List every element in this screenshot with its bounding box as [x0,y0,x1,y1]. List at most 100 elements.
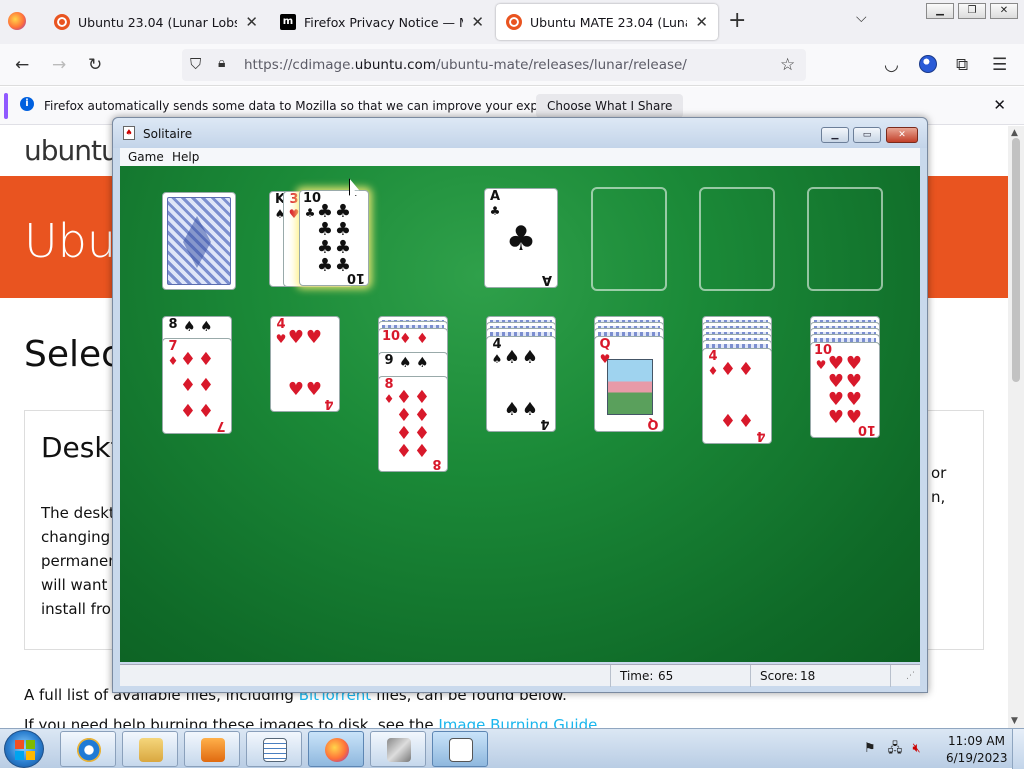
foundation-4-empty[interactable] [807,187,883,291]
suit: ♦ [167,354,179,368]
taskbar-solitaire[interactable] [432,731,488,767]
tab-ubuntu-lunar[interactable]: Ubuntu 23.04 (Lunar Lobster) ✕ [44,4,268,40]
image-burning-guide-link[interactable]: Image Burning Guide [438,716,597,728]
page-scrollbar[interactable]: ▲ ▼ [1008,126,1024,728]
firefox-icon [325,738,349,762]
resize-grip-icon[interactable]: ⋰ [906,671,915,681]
list-all-tabs-chevron-icon[interactable]: ⌵ [856,10,867,26]
status-divider [610,665,611,687]
card-pips: ♠ ♠ ♠ ♠ [503,347,539,420]
tracking-shield-icon[interactable]: ⛉ [190,55,201,73]
foundation-3-empty[interactable] [699,187,775,291]
close-tab-icon[interactable]: ✕ [687,13,708,31]
taskbar-notepad[interactable] [246,731,302,767]
browser-close-button[interactable]: ✕ [990,3,1018,19]
tab-firefox-privacy[interactable]: m Firefox Privacy Notice — Mozilla ✕ [270,4,494,40]
info-icon: i [20,97,34,111]
tableau-6-card-4-diamonds[interactable]: 4 ♦ ♦ ♦ ♦ ♦ 4 [702,348,772,444]
maximize-button[interactable]: ▭ [853,127,881,143]
clock-time[interactable]: 11:09 AM [948,734,1005,748]
extensions-puzzle-icon[interactable]: ⧉ [956,55,968,75]
taskbar-media-player[interactable] [184,731,240,767]
ubuntu-logo[interactable]: ubuntu [24,134,119,167]
card-rank: 10 [382,330,400,344]
volume-muted-icon[interactable]: 🔇︎ [912,741,920,756]
ubuntu-favicon-icon [506,14,522,30]
time-label: Time: [620,669,654,683]
back-arrow-icon[interactable]: ← [15,55,29,75]
waste-top-card-ten-clubs[interactable]: 10 ♣ ♣ ♣ ♣ ♣ ♣ ♣ ♣ ♣ 10 [299,190,369,286]
score-label: Score: [760,669,798,683]
card-rank: 4 ♦ [706,350,720,379]
browser-restore-button[interactable]: ❐ [958,3,986,19]
foundation-2-empty[interactable] [591,187,667,291]
solitaire-title-bar[interactable]: ♠ Solitaire ▁ ▭ ✕ [113,118,927,148]
choose-what-i-share-button[interactable]: Choose What I Share [536,94,684,118]
show-desktop-button[interactable] [1012,729,1024,769]
tool-icon [387,738,411,762]
reload-icon[interactable]: ↻ [88,55,102,75]
windows-taskbar: ⚑ 🖧︎ 🔇︎ 11:09 AM 6/19/2023 [0,728,1024,769]
rank: 10 [382,329,401,344]
bookmark-star-icon[interactable]: ☆ [780,55,795,75]
start-button[interactable] [4,730,44,768]
taskbar-internet-explorer[interactable] [60,731,116,767]
taskbar-file-explorer[interactable] [122,731,178,767]
minimize-button[interactable]: ▁ [821,127,849,143]
tableau-7-card-10-hearts[interactable]: 10 ♥ ♥ ♥ ♥ ♥ ♥ ♥ ♥ ♥ 10 [810,342,880,438]
rank: 8 [384,377,394,392]
status-divider [890,665,891,687]
tab-title: Firefox Privacy Notice — Mozilla [304,14,463,30]
scroll-up-arrow-icon[interactable]: ▲ [1011,128,1018,138]
taskbar-firefox[interactable] [308,731,364,767]
tableau-5-card-queen-hearts[interactable]: Q ♥ Q [594,336,664,432]
account-avatar-icon[interactable] [919,55,937,73]
card-rank-bottom: A [540,272,554,287]
taskbar-app[interactable] [370,731,426,767]
url-text[interactable]: https://cdimage.ubuntu.com/ubuntu-mate/r… [244,57,687,73]
foundation-1-ace-clubs[interactable]: A ♣ ♣ A [484,188,558,288]
card-rank: A ♣ [488,190,502,219]
url-bar[interactable]: ⛉ 🔒︎ https://cdimage.ubuntu.com/ubuntu-m… [182,49,806,81]
close-tab-icon[interactable]: ✕ [463,13,484,31]
card-center-pip: ♣ [505,219,537,259]
card-pips: ♦ ♦ ♦ ♦ [719,359,755,432]
menu-hamburger-icon[interactable]: ☰ [992,55,1007,75]
solitaire-window: ♠ Solitaire ▁ ▭ ✕ Game Help K ♠ 3 ♥ 10 ♣ ♣ ♣… [112,117,928,693]
suit: ♥ [275,332,287,346]
spade-pips: ♠ ♠ [399,355,429,371]
media-player-icon [201,738,225,762]
scroll-down-arrow-icon[interactable]: ▼ [1011,716,1018,726]
suit: ♣ [304,206,316,220]
tableau-4-card-4-spades[interactable]: 4 ♠ ♠ ♠ ♠ ♠ 4 [486,336,556,432]
clock-date[interactable]: 6/19/2023 [946,751,1008,765]
rank: A [541,272,553,287]
tableau-2-card-4-hearts[interactable]: 4 ♥ ♥ ♥ ♥ ♥ 4 [270,316,340,412]
folder-icon [139,738,163,762]
box-line: n, [931,488,946,506]
tab-ubuntu-mate[interactable]: Ubuntu MATE 23.04 (Lunar Lob ✕ [496,4,718,40]
forward-arrow-icon[interactable]: → [52,55,66,75]
pocket-icon[interactable]: ◡ [884,55,899,75]
card-rank-bottom: Q [646,416,660,431]
lock-icon[interactable]: 🔒︎ [218,55,225,71]
card-rank: 4 ♥ [274,318,288,347]
close-tab-icon[interactable]: ✕ [237,13,258,31]
action-center-flag-icon[interactable]: ⚑ [864,741,876,756]
new-tab-button[interactable]: + [728,8,746,33]
browser-minimize-button[interactable]: ▁ [926,3,954,19]
close-button[interactable]: ✕ [886,127,918,143]
notification-message: Firefox automatically sends some data to… [44,99,587,113]
stock-pile[interactable] [162,192,236,290]
tableau-1-card-7-diamonds[interactable]: 7 ♦ ♦ ♦ ♦ ♦ ♦ ♦ 7 [162,338,232,434]
tableau-3-card-8-diamonds[interactable]: 8 ♦ ♦ ♦ ♦ ♦ ♦ ♦ ♦ ♦ 8 [378,376,448,472]
card-rank-bottom: 7 [214,418,228,433]
menu-game[interactable]: Game [128,150,164,164]
menu-help[interactable]: Help [172,150,199,164]
scrollbar-thumb[interactable] [1012,138,1020,382]
rank: 4 [756,428,766,443]
firefox-icon[interactable] [8,12,26,30]
close-notification-icon[interactable]: ✕ [993,96,1006,114]
window-title: Solitaire [143,127,193,141]
network-icon[interactable]: 🖧︎ [888,741,903,756]
